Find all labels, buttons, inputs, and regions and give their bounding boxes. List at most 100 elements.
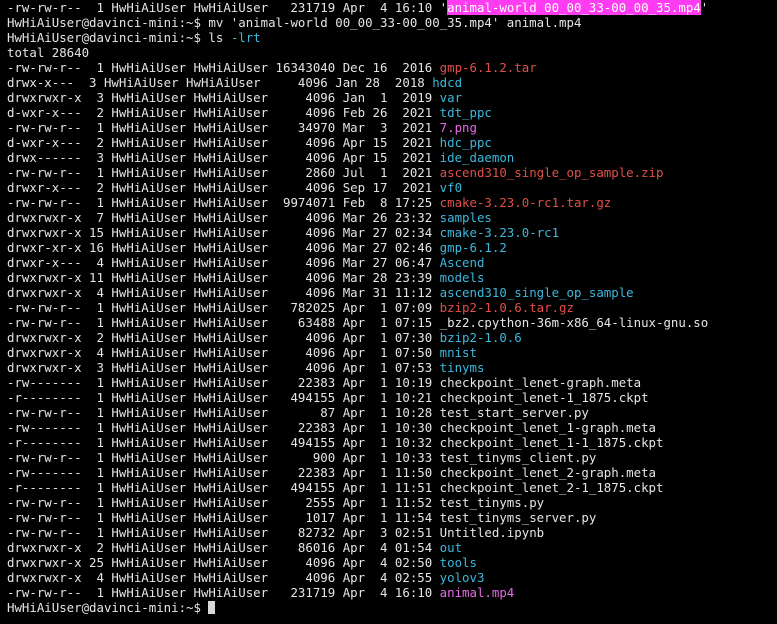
file-meta: drwxr-xr-x 16 HwHiAiUser HwHiAiUser 4096… (7, 240, 440, 255)
file-meta: drwxrwxr-x 2 HwHiAiUser HwHiAiUser 86016… (7, 540, 440, 555)
file-name: checkpoint_lenet_2-1_1875.ckpt (439, 480, 664, 495)
listing-row: -rw-rw-r-- 1 HwHiAiUser HwHiAiUser 34970… (7, 120, 777, 135)
file-name: bzip2-1.0.6.tar.gz (439, 300, 574, 315)
file-meta: -rw-rw-r-- 1 HwHiAiUser HwHiAiUser 34970… (7, 120, 440, 135)
listing-row: drwxrwxr-x 11 HwHiAiUser HwHiAiUser 4096… (7, 270, 777, 285)
file-name: checkpoint_lenet_1-1_1875.ckpt (439, 435, 664, 450)
file-meta: -rw-rw-r-- 1 HwHiAiUser HwHiAiUser 87 Ap… (7, 405, 440, 420)
listing-row: drwxrwxr-x 7 HwHiAiUser HwHiAiUser 4096 … (7, 210, 777, 225)
listing-row: drwx------ 3 HwHiAiUser HwHiAiUser 4096 … (7, 150, 777, 165)
file-meta: -rw-rw-r-- 1 HwHiAiUser HwHiAiUser 900 A… (7, 450, 440, 465)
file-meta: -rw------- 1 HwHiAiUser HwHiAiUser 22383… (7, 375, 440, 390)
file-name: test_tinyms_server.py (439, 510, 597, 525)
listing-row: drwxrwxr-x 4 HwHiAiUser HwHiAiUser 4096 … (7, 570, 777, 585)
file-meta: drwxrwxr-x 25 HwHiAiUser HwHiAiUser 4096… (7, 555, 440, 570)
file-name: test_tinyms.py (439, 495, 545, 510)
terminal-line-previous-listing: -rw-rw-r-- 1 HwHiAiUser HwHiAiUser 23171… (7, 0, 777, 15)
file-name: test_tinyms_client.py (439, 450, 597, 465)
file-name: Untitled.ipynb (439, 525, 545, 540)
file-meta: drwxrwxr-x 3 HwHiAiUser HwHiAiUser 4096 … (7, 360, 440, 375)
file-meta: -rw-rw-r-- 1 HwHiAiUser HwHiAiUser 23171… (7, 585, 440, 600)
listing-row: -rw-rw-r-- 1 HwHiAiUser HwHiAiUser 87 Ap… (7, 405, 777, 420)
file-name: yolov3 (439, 570, 485, 585)
file-name: gmp-6.1.2 (439, 240, 507, 255)
file-name: ide_daemon (439, 150, 515, 165)
file-name: mnist (439, 345, 477, 360)
listing-row: -rw-rw-r-- 1 HwHiAiUser HwHiAiUser 63488… (7, 315, 777, 330)
file-name: ascend310_single_op_sample.zip (439, 165, 664, 180)
file-meta: drwxrwxr-x 2 HwHiAiUser HwHiAiUser 4096 … (7, 330, 440, 345)
file-meta: drwx------ 3 HwHiAiUser HwHiAiUser 4096 … (7, 150, 440, 165)
file-name: tinyms (439, 360, 485, 375)
file-name: cmake-3.23.0-rc1 (439, 225, 560, 240)
file-name: checkpoint_lenet_1-graph.meta (439, 420, 657, 435)
file-meta: -rw-rw-r-- 1 HwHiAiUser HwHiAiUser 82732… (7, 525, 440, 540)
listing-row: -rw-rw-r-- 1 HwHiAiUser HwHiAiUser 2860 … (7, 165, 777, 180)
listing-row: drwxrwxr-x 4 HwHiAiUser HwHiAiUser 4096 … (7, 345, 777, 360)
terminal-line-total: total 28640 (7, 45, 90, 60)
file-meta: -rw-rw-r-- 1 HwHiAiUser HwHiAiUser 78202… (7, 300, 440, 315)
file-meta: d-wxr-x--- 2 HwHiAiUser HwHiAiUser 4096 … (7, 135, 440, 150)
file-meta: -rw-rw-r-- 1 HwHiAiUser HwHiAiUser 2860 … (7, 165, 440, 180)
directory-listing: -rw-rw-r-- 1 HwHiAiUser HwHiAiUser 16343… (7, 60, 777, 600)
file-name: tools (439, 555, 477, 570)
highlighted-file-name: animal-world 00_00_33-00_00_35.mp4 (447, 0, 701, 15)
listing-row: -r-------- 1 HwHiAiUser HwHiAiUser 49415… (7, 390, 777, 405)
file-name: out (439, 540, 463, 555)
listing-row: -r-------- 1 HwHiAiUser HwHiAiUser 49415… (7, 480, 777, 495)
listing-row: drwxrwxr-x 25 HwHiAiUser HwHiAiUser 4096… (7, 555, 777, 570)
file-name: tdt_ppc (439, 105, 492, 120)
terminal-cursor (208, 601, 216, 614)
listing-row: d-wxr-x--- 2 HwHiAiUser HwHiAiUser 4096 … (7, 135, 777, 150)
listing-row: drwxrwxr-x 2 HwHiAiUser HwHiAiUser 86016… (7, 540, 777, 555)
file-meta: -rw-rw-r-- 1 HwHiAiUser HwHiAiUser 16343… (7, 60, 440, 75)
listing-row: -rw-rw-r-- 1 HwHiAiUser HwHiAiUser 900 A… (7, 450, 777, 465)
file-name: checkpoint_lenet_2-graph.meta (439, 465, 657, 480)
listing-row: -rw------- 1 HwHiAiUser HwHiAiUser 22383… (7, 465, 777, 480)
listing-row: drwxr-x--- 2 HwHiAiUser HwHiAiUser 4096 … (7, 180, 777, 195)
listing-row: drwxrwxr-x 15 HwHiAiUser HwHiAiUser 4096… (7, 225, 777, 240)
listing-row: -rw-rw-r-- 1 HwHiAiUser HwHiAiUser 82732… (7, 525, 777, 540)
listing-row: -rw-rw-r-- 1 HwHiAiUser HwHiAiUser 99740… (7, 195, 777, 210)
file-name: test_start_server.py (439, 405, 589, 420)
file-meta: drwxrwxr-x 15 HwHiAiUser HwHiAiUser 4096… (7, 225, 440, 240)
shell-prompt: HwHiAiUser@davinci-mini:~$ (7, 30, 209, 45)
listing-row: drwxrwxr-x 2 HwHiAiUser HwHiAiUser 4096 … (7, 330, 777, 345)
file-name: vf0 (439, 180, 463, 195)
file-name: var (439, 90, 463, 105)
listing-row: drwxrwxr-x 3 HwHiAiUser HwHiAiUser 4096 … (7, 360, 777, 375)
file-meta: drwxrwxr-x 4 HwHiAiUser HwHiAiUser 4096 … (7, 285, 440, 300)
file-meta: drwxrwxr-x 4 HwHiAiUser HwHiAiUser 4096 … (7, 570, 440, 585)
file-name: animal.mp4 (439, 585, 515, 600)
file-meta: drwx-x--- 3 HwHiAiUser HwHiAiUser 4096 J… (7, 75, 433, 90)
quote-close: ' (700, 0, 709, 15)
file-meta: drwxrwxr-x 7 HwHiAiUser HwHiAiUser 4096 … (7, 210, 440, 225)
file-name: checkpoint_lenet-graph.meta (439, 375, 642, 390)
listing-row: drwxrwxr-x 4 HwHiAiUser HwHiAiUser 4096 … (7, 285, 777, 300)
file-meta: drwxr-x--- 4 HwHiAiUser HwHiAiUser 4096 … (7, 255, 440, 270)
file-meta: drwxrwxr-x 11 HwHiAiUser HwHiAiUser 4096… (7, 270, 440, 285)
file-name: samples (439, 210, 492, 225)
listing-row: -rw-rw-r-- 1 HwHiAiUser HwHiAiUser 1017 … (7, 510, 777, 525)
file-name: Ascend (439, 255, 485, 270)
file-name: checkpoint_lenet-1_1875.ckpt (439, 390, 649, 405)
listing-row: drwx-x--- 3 HwHiAiUser HwHiAiUser 4096 J… (7, 75, 777, 90)
file-name: 7.png (439, 120, 477, 135)
terminal-window[interactable]: -rw-rw-r-- 1 HwHiAiUser HwHiAiUser 23171… (0, 0, 777, 624)
listing-row: -rw-rw-r-- 1 HwHiAiUser HwHiAiUser 78202… (7, 300, 777, 315)
file-meta: drwxr-x--- 2 HwHiAiUser HwHiAiUser 4096 … (7, 180, 440, 195)
file-meta: -r-------- 1 HwHiAiUser HwHiAiUser 49415… (7, 480, 440, 495)
file-name: models (439, 270, 485, 285)
file-name: hdcd (432, 75, 463, 90)
listing-row: -rw------- 1 HwHiAiUser HwHiAiUser 22383… (7, 420, 777, 435)
file-name: cmake-3.23.0-rc1.tar.gz (439, 195, 612, 210)
file-meta: -rw------- 1 HwHiAiUser HwHiAiUser 22383… (7, 420, 440, 435)
file-meta: -r-------- 1 HwHiAiUser HwHiAiUser 49415… (7, 390, 440, 405)
file-meta: -r-------- 1 HwHiAiUser HwHiAiUser 49415… (7, 435, 440, 450)
terminal-line-prompt[interactable]: HwHiAiUser@davinci-mini:~$ (7, 600, 777, 615)
listing-row: -rw-rw-r-- 1 HwHiAiUser HwHiAiUser 2555 … (7, 495, 777, 510)
command-text: ls (208, 30, 231, 45)
file-meta: -rw-rw-r-- 1 HwHiAiUser HwHiAiUser 1017 … (7, 510, 440, 525)
terminal-line-ls-command: HwHiAiUser@davinci-mini:~$ ls -lrt (7, 30, 777, 45)
listing-row: drwxr-x--- 4 HwHiAiUser HwHiAiUser 4096 … (7, 255, 777, 270)
